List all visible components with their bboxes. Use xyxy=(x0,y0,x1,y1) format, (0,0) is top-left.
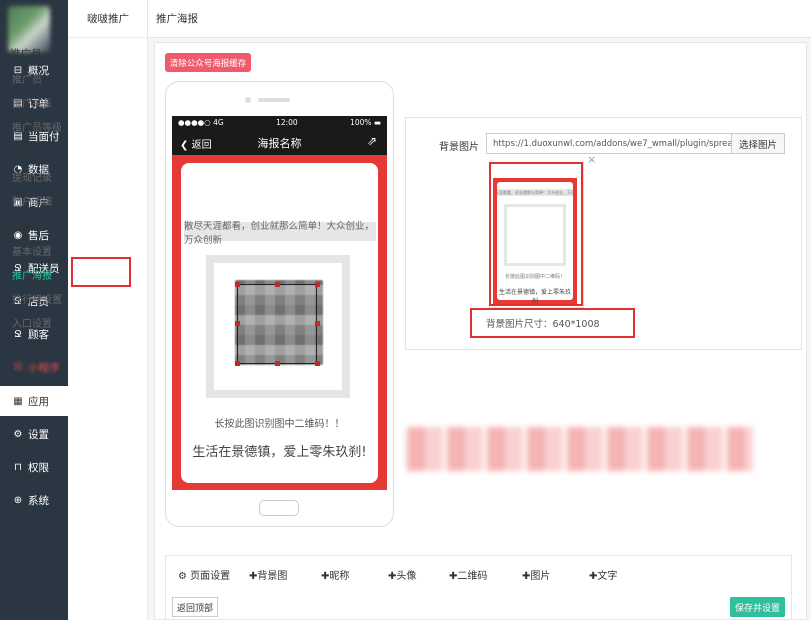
sidebar-item-label: 设置 xyxy=(28,428,49,441)
phone-status-bar: ●●●●○ 4G 12:00 100% ▬ xyxy=(172,116,387,128)
secondary-sidebar: 啵啵推广 xyxy=(68,0,148,620)
subnav-item-basic[interactable]: 基本设置 xyxy=(12,243,52,258)
sidebar-item-label: 系统 xyxy=(28,494,49,507)
highlight-thumbnail xyxy=(489,162,583,306)
sidebar-item-label: 售后 xyxy=(28,229,49,242)
bg-image-url-input[interactable]: https://1.duoxunwl.com/addons/we7_wmall/… xyxy=(486,133,732,154)
page-title: 推广海报 xyxy=(156,13,198,25)
phone-home-button xyxy=(259,500,299,516)
resize-handle-t[interactable] xyxy=(275,282,280,287)
resize-handle-r[interactable] xyxy=(315,321,320,326)
phone-camera xyxy=(245,97,251,103)
poster-slogan[interactable]: 散尽天涯都看，创业就那么简单！大众创业，万众创新 xyxy=(184,221,376,246)
add-qrcode-button[interactable]: ✚二维码 xyxy=(449,567,487,582)
save-button[interactable]: 保存并设置 xyxy=(730,597,785,617)
group-title-finance: 财务 xyxy=(10,147,31,159)
poster-tagline[interactable]: 生活在景德镇，爱上零朱玖刹! xyxy=(181,441,378,460)
miniapp-icon: ☒ xyxy=(13,361,23,373)
subnav-item-levels[interactable]: 推广员等级 xyxy=(12,119,62,134)
poster-title: 海报名称 xyxy=(257,137,302,150)
page-settings-button[interactable]: ⚙ 页面设置 xyxy=(178,567,230,582)
qrcode-selection[interactable] xyxy=(237,284,317,364)
resize-handle-l[interactable] xyxy=(235,321,240,326)
battery-text: 100% ▬ xyxy=(350,117,381,127)
resize-handle-b[interactable] xyxy=(275,361,280,366)
add-avatar-label: 头像 xyxy=(396,571,417,582)
phone-speaker xyxy=(258,98,290,102)
subnav-item-promoter[interactable]: 推广员 xyxy=(12,71,42,86)
sidebar-item-14[interactable]: ⊕ 系统 xyxy=(0,485,68,515)
poster-hint[interactable]: 长按此图识别图中二维码！！ xyxy=(181,415,378,430)
subnav-item-ranking[interactable]: 排行榜设置 xyxy=(12,291,62,306)
group-title-promoter: 推广员 xyxy=(10,48,42,60)
bg-image-label: 背景图片 xyxy=(439,142,479,153)
sidebar-item-label: 小程序 xyxy=(28,361,60,374)
clock-text: 12:00 xyxy=(276,117,298,127)
add-bg-button[interactable]: ✚背景图 xyxy=(249,567,287,582)
redacted-watermark xyxy=(407,427,753,471)
add-avatar-button[interactable]: ✚头像 xyxy=(388,567,416,582)
add-text-button[interactable]: ✚文字 xyxy=(589,567,617,582)
subnav-item-poster[interactable]: 推广海报 xyxy=(12,267,52,282)
add-nickname-label: 昵称 xyxy=(329,571,350,582)
add-qrcode-label: 二维码 xyxy=(457,571,488,582)
close-icon[interactable]: × xyxy=(587,153,596,166)
subnav-item-relations[interactable]: 推广关系 xyxy=(12,95,52,110)
sidebar-item-11[interactable]: ▦ 应用 xyxy=(0,386,68,416)
add-image-label: 图片 xyxy=(530,571,551,582)
add-image-button[interactable]: ✚图片 xyxy=(522,567,550,582)
sidebar-item-label: 权限 xyxy=(28,461,49,474)
page-settings-label: 页面设置 xyxy=(190,571,231,582)
add-text-label: 文字 xyxy=(597,571,618,582)
carrier-text: ●●●●○ 4G xyxy=(178,117,224,127)
page-header: 推广海报 xyxy=(148,0,811,38)
subnav-item-entry[interactable]: 入口设置 xyxy=(12,315,52,330)
subnav-item-withdraw[interactable]: 提现记录 xyxy=(12,169,52,184)
resize-handle-tl[interactable] xyxy=(235,282,240,287)
resize-handle-tr[interactable] xyxy=(315,282,320,287)
group-title-settings: 设置 xyxy=(10,221,31,233)
element-toolbar xyxy=(165,555,792,620)
choose-image-button[interactable]: 选择图片 xyxy=(731,133,785,154)
share-icon[interactable]: ⇗ xyxy=(367,134,377,148)
highlight-poster-menu xyxy=(71,257,131,287)
subnav-title: 啵啵推广 xyxy=(68,0,148,38)
apps-icon: ▦ xyxy=(13,395,23,407)
system-icon: ⊕ xyxy=(13,494,23,506)
sidebar-item-13[interactable]: ⊓ 权限 xyxy=(0,452,68,482)
resize-handle-bl[interactable] xyxy=(235,361,240,366)
gear-icon: ⚙ xyxy=(178,571,187,582)
add-nickname-button[interactable]: ✚昵称 xyxy=(321,567,349,582)
clear-cache-button[interactable]: 清除公众号海报缓存 xyxy=(165,53,251,72)
highlight-size xyxy=(470,308,635,338)
phone-nav-bar: ❮ 返回 海报名称 ⇗ xyxy=(172,128,387,155)
sidebar-item-10[interactable]: ☒ 小程序 xyxy=(0,352,68,382)
subnav-item-account[interactable]: 账户明细 xyxy=(12,193,52,208)
settings-icon: ⚙ xyxy=(13,428,23,440)
back-to-top-button[interactable]: 返回顶部 xyxy=(172,597,218,617)
add-bg-label: 背景图 xyxy=(257,571,288,582)
sidebar-item-12[interactable]: ⚙ 设置 xyxy=(0,419,68,449)
resize-handle-br[interactable] xyxy=(315,361,320,366)
lock-icon: ⊓ xyxy=(14,461,22,473)
sidebar-item-label: 应用 xyxy=(28,395,49,408)
